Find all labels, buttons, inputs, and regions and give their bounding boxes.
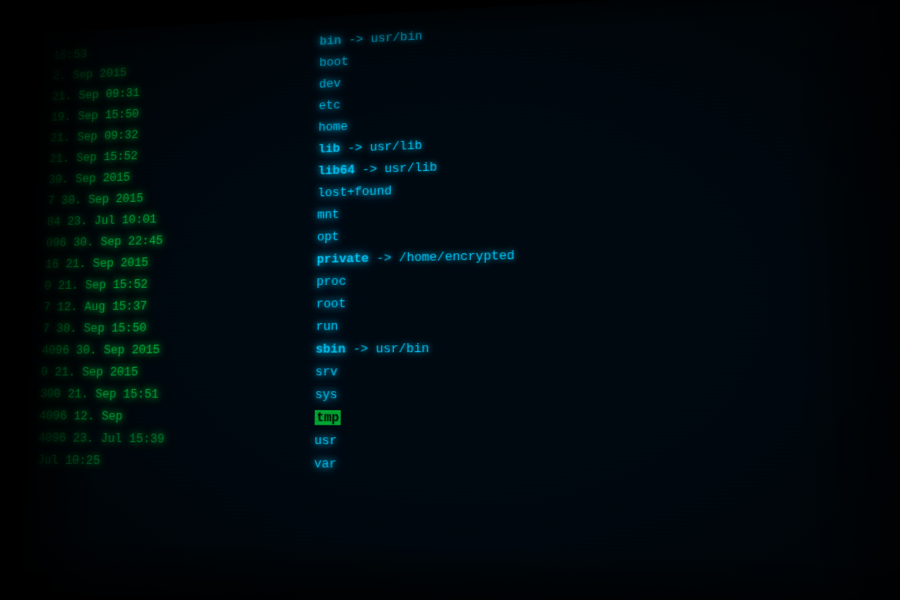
dir-row-sbin: sbin -> usr/bin xyxy=(315,335,900,360)
left-row: Jul 10:25 xyxy=(37,450,291,475)
target-private: /home/encrypted xyxy=(399,248,515,265)
left-row: 7 30. Sep 15:50 xyxy=(42,317,293,340)
dir-name-proc: proc xyxy=(316,274,346,289)
left-column: 15:53 2. Sep 2015 21. Sep 09:31 19. Sep … xyxy=(22,27,309,592)
target-lib64: usr/lib xyxy=(384,160,437,176)
dir-name-sbin: sbin xyxy=(315,342,345,357)
dir-name-home: home xyxy=(318,119,347,134)
dir-name-boot: boot xyxy=(319,54,348,69)
dir-name-usr: usr xyxy=(314,433,337,448)
dir-name-root: root xyxy=(316,296,346,311)
dir-name-srv: srv xyxy=(315,364,338,379)
right-column: bin -> usr/bin boot dev etc home lib xyxy=(301,0,900,600)
arrow-bin: -> xyxy=(349,32,371,47)
dir-name-var: var xyxy=(314,456,337,471)
dir-name-tmp: tmp xyxy=(315,410,342,425)
target-sbin: usr/bin xyxy=(376,341,430,356)
terminal-window: 15:53 2. Sep 2015 21. Sep 09:31 19. Sep … xyxy=(22,0,900,600)
dir-name-bin: bin xyxy=(319,33,341,48)
left-row: 0 21. Sep 2015 xyxy=(41,362,293,384)
dir-name-dev: dev xyxy=(319,76,341,91)
target-lib: usr/lib xyxy=(370,138,422,154)
dir-name-lib: lib xyxy=(318,141,340,156)
left-row: 7 12. Aug 15:37 xyxy=(43,294,293,318)
dir-name-mnt: mnt xyxy=(317,207,339,222)
arrow-private: -> xyxy=(376,250,399,265)
dir-row-srv: srv xyxy=(315,360,900,384)
dir-name-run: run xyxy=(316,319,339,334)
dir-name-lib64: lib64 xyxy=(318,163,355,179)
arrow-lib64: -> xyxy=(362,162,384,177)
dir-row-run: run xyxy=(316,310,900,338)
left-row: 0 21. Sep 15:52 xyxy=(44,272,294,297)
dir-name-sys: sys xyxy=(315,387,338,402)
arrow-sbin: -> xyxy=(353,341,376,356)
dir-name-private: private xyxy=(317,251,369,267)
arrow-lib: -> xyxy=(347,140,369,155)
left-row: 4096 23. Jul 15:39 xyxy=(38,428,292,452)
left-row: 4096 30. Sep 2015 xyxy=(41,339,292,361)
terminal-content: 15:53 2. Sep 2015 21. Sep 09:31 19. Sep … xyxy=(22,0,900,600)
dir-row-sys: sys xyxy=(315,384,900,408)
dir-name-opt: opt xyxy=(317,229,339,244)
left-row: 16 21. Sep 2015 xyxy=(45,250,294,275)
left-row: 4096 12. Sep xyxy=(39,406,292,429)
dir-name-lostfound: lost+found xyxy=(318,184,392,201)
dir-name-etc: etc xyxy=(319,98,341,113)
left-row: 300 21. Sep 15:51 xyxy=(40,384,292,406)
target-bin: usr/bin xyxy=(371,29,423,46)
